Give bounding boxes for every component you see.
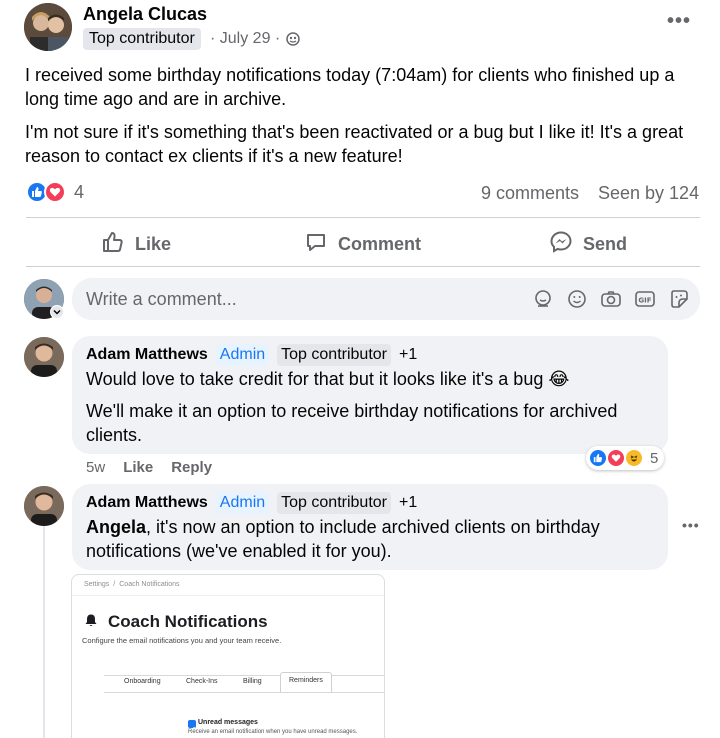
attachment-tab-rule: [104, 675, 384, 676]
love-reaction-icon: [606, 448, 626, 468]
comment-text-body: , it's now an option to include archived…: [86, 517, 600, 561]
divider: [26, 217, 700, 218]
comment-text: We'll make it an option to receive birth…: [86, 401, 618, 445]
admin-badge[interactable]: Admin: [215, 492, 270, 514]
comment-input[interactable]: Write a comment... GIF: [72, 278, 700, 320]
sticker-icon[interactable]: [668, 288, 690, 310]
comment-more-options-icon[interactable]: •••: [682, 517, 700, 533]
post-reactions[interactable]: 4: [26, 181, 84, 203]
more-badges-count[interactable]: +1: [399, 494, 417, 512]
author-avatar[interactable]: [24, 3, 72, 51]
avatar-sticker-icon[interactable]: [532, 288, 554, 310]
comment-timestamp[interactable]: 5w: [86, 459, 105, 476]
attachment-breadcrumb-settings: Settings: [84, 581, 110, 588]
commenter-avatar[interactable]: [24, 486, 64, 526]
comment-bubble-icon: [304, 230, 328, 259]
attachment-option-label: Unread messages: [198, 719, 258, 726]
post-more-options-icon[interactable]: •••: [667, 10, 691, 33]
comment-placeholder: Write a comment...: [86, 289, 237, 309]
attachment-breadcrumb-separator: /: [113, 581, 116, 588]
top-contributor-badge[interactable]: Top contributor: [277, 492, 391, 514]
comments-count[interactable]: 9 comments: [481, 183, 579, 204]
commenter-avatar[interactable]: [24, 337, 64, 377]
send-label: Send: [583, 234, 628, 254]
reaction-count: 4: [74, 181, 85, 202]
attachment-tab-reminders: Reminders: [280, 672, 332, 692]
camera-icon[interactable]: [600, 288, 622, 310]
audience-globe-icon: [286, 32, 300, 46]
like-label: Like: [135, 234, 172, 254]
comment-reply-button[interactable]: Reply: [171, 459, 212, 476]
attachment-tab-billing: Billing: [243, 678, 262, 685]
attachment-tab-onboarding: Onboarding: [124, 678, 161, 685]
gif-icon[interactable]: GIF: [634, 288, 656, 310]
comment-text: Would love to take credit for that but i…: [86, 369, 570, 389]
attachment-tab-checkins: Check-Ins: [186, 678, 218, 685]
avatar-dropdown-icon[interactable]: [50, 305, 64, 319]
author-name[interactable]: Angela Clucas: [83, 4, 207, 25]
comment-meta: 5w Like Reply: [86, 459, 212, 476]
comment-label: Comment: [338, 234, 422, 254]
divider: [72, 595, 384, 596]
haha-reaction-icon: [624, 448, 644, 468]
attachment-checkbox: [188, 720, 196, 732]
post-paragraph-1: I received some birthday notifications t…: [25, 65, 675, 109]
svg-text:GIF: GIF: [638, 297, 651, 305]
attachment-tab-underline: [104, 692, 384, 693]
like-reaction-icon: [588, 448, 608, 468]
attachment-title: Coach Notifications: [108, 612, 268, 631]
attachment-breadcrumb-page: Coach Notifications: [119, 581, 180, 588]
messenger-icon: [549, 230, 573, 259]
comment-like-button[interactable]: Like: [123, 459, 153, 476]
commenter-name[interactable]: Adam Matthews: [86, 494, 208, 512]
top-contributor-badge[interactable]: Top contributor: [83, 28, 201, 50]
comment-text: Angela, it's now an option to include ar…: [86, 515, 656, 563]
bell-icon: [84, 613, 98, 632]
admin-badge[interactable]: Admin: [215, 344, 270, 366]
emoji-icon[interactable]: [566, 288, 588, 310]
seen-by-count[interactable]: Seen by 124: [598, 183, 699, 204]
divider: [26, 266, 700, 267]
comment-button[interactable]: Comment: [304, 230, 421, 259]
send-button[interactable]: Send: [549, 230, 627, 259]
post-date[interactable]: · July 29 ·: [210, 30, 280, 48]
love-reaction-icon: [44, 181, 66, 203]
comment-reaction-count: 5: [650, 449, 659, 467]
more-badges-count[interactable]: +1: [399, 346, 417, 364]
thread-line: [43, 526, 45, 738]
thumbs-up-icon: [101, 230, 125, 259]
attachment-subtitle: Configure the email notifications you an…: [82, 636, 282, 645]
comment-reactions[interactable]: 5: [586, 446, 665, 470]
attachment-option-desc: Receive an email notification when you h…: [188, 729, 358, 735]
post-paragraph-2: I'm not sure if it's something that's be…: [25, 122, 684, 166]
attachment-image[interactable]: Settings / Coach Notifications Coach Not…: [71, 574, 385, 738]
commenter-name[interactable]: Adam Matthews: [86, 346, 208, 364]
like-button[interactable]: Like: [101, 230, 171, 259]
top-contributor-badge[interactable]: Top contributor: [277, 344, 391, 366]
mention-link[interactable]: Angela: [86, 517, 146, 537]
